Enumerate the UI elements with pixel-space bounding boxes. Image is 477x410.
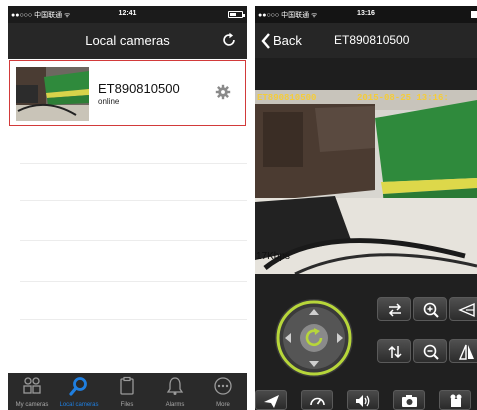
page-title: ET890810500 [334, 33, 410, 47]
status-time: 12:41 [118, 10, 137, 17]
tab-label: More [216, 402, 230, 408]
nav-bar: Local cameras [8, 23, 247, 59]
swap-vertical-button[interactable] [377, 339, 411, 363]
control-panel [255, 274, 477, 410]
record-button[interactable] [439, 390, 471, 410]
spacer [255, 58, 477, 90]
flip-horizontal-button[interactable] [449, 297, 477, 321]
bitrate-label: 17Kbps [256, 251, 290, 262]
list-divider [20, 163, 247, 164]
list-divider [20, 281, 247, 282]
camera-list-item[interactable]: ET890810500 online [9, 60, 246, 126]
tab-local-cameras[interactable]: Local cameras [56, 373, 102, 410]
tab-bar: My cameras Local cameras Files Alarms Mo… [8, 373, 247, 410]
refresh-icon[interactable] [220, 31, 238, 49]
bell-icon [166, 377, 184, 395]
zoom-out-button[interactable] [413, 339, 447, 363]
cameras-icon [23, 377, 41, 394]
page-title: Local cameras [85, 33, 170, 48]
chevron-left-icon [261, 33, 270, 49]
status-time: 13:16 [357, 10, 375, 17]
tab-more[interactable]: More [200, 373, 246, 410]
tab-label: Local cameras [59, 402, 99, 408]
mirror-button[interactable] [449, 339, 477, 363]
list-divider [20, 240, 247, 241]
tab-label: Alarms [165, 402, 185, 408]
send-button[interactable] [255, 390, 287, 410]
back-label: Back [273, 33, 302, 48]
camera-live-screen: ●●○○○ 中国联通 ᯤ 13:16 Back ET890810500 ET89… [255, 6, 477, 410]
live-video[interactable]: ET890810500 2015-08-25 13:16: 17Kbps [255, 90, 477, 274]
video-frame [255, 90, 477, 274]
tab-label: Files [120, 402, 134, 408]
osd-camera-id: ET890810500 [257, 93, 317, 103]
send-icon [264, 395, 279, 408]
speed-icon [310, 397, 325, 406]
speed-button[interactable] [301, 390, 333, 410]
status-bar: ●●○○○ 中国联通 ᯤ 13:16 [255, 6, 477, 23]
search-icon [69, 377, 87, 396]
record-icon [450, 394, 462, 407]
camera-icon [402, 395, 417, 407]
tab-alarms[interactable]: Alarms [152, 373, 198, 410]
list-divider [20, 200, 247, 201]
nav-bar: Back ET890810500 [255, 23, 477, 58]
more-icon [214, 377, 232, 395]
zoom-in-icon [423, 302, 439, 318]
swap-vertical-icon [388, 345, 402, 359]
volume-button[interactable] [347, 390, 379, 410]
zoom-in-button[interactable] [413, 297, 447, 321]
battery-icon [228, 11, 245, 18]
flip-horizontal-icon [458, 302, 475, 318]
files-icon [120, 376, 134, 395]
ptz-joystick[interactable] [274, 298, 354, 378]
camera-status: online [98, 97, 120, 106]
tab-files[interactable]: Files [104, 373, 150, 410]
list-divider [20, 319, 247, 320]
osd-timestamp: 2015-08-25 13:16: [357, 93, 449, 103]
camera-name: ET890810500 [98, 81, 180, 96]
mirror-icon [458, 344, 474, 360]
camera-thumbnail [16, 67, 89, 121]
tab-label: My cameras [15, 402, 49, 408]
snapshot-button[interactable] [393, 390, 425, 410]
tab-my-cameras[interactable]: My cameras [9, 373, 55, 410]
volume-icon [356, 395, 370, 407]
swap-horizontal-button[interactable] [377, 297, 411, 321]
local-cameras-screen: ●●○○○ 中国联通 ᯤ 12:41 Local cameras ET89081… [8, 6, 247, 410]
swap-horizontal-icon [388, 303, 402, 317]
gear-icon[interactable] [215, 84, 231, 100]
status-bar: ●●○○○ 中国联通 ᯤ 12:41 [8, 6, 247, 23]
zoom-out-icon [423, 344, 439, 360]
battery-icon [471, 11, 477, 18]
page: ●●○○○ 中国联通 ᯤ 12:41 Local cameras ET89081… [0, 0, 477, 410]
